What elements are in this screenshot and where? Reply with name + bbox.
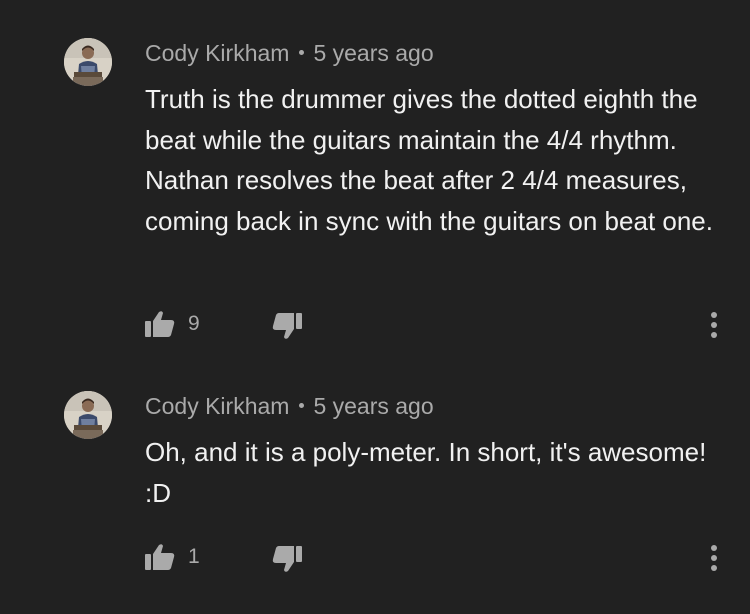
dislike-button[interactable] bbox=[268, 307, 306, 345]
more-vert-dot bbox=[711, 555, 717, 561]
more-vert-dot bbox=[711, 332, 717, 338]
comment-timestamp[interactable]: 5 years ago bbox=[313, 40, 433, 66]
separator-dot bbox=[299, 403, 305, 409]
comment-text: Truth is the drummer gives the dotted ei… bbox=[145, 84, 713, 236]
more-options-button[interactable] bbox=[700, 305, 728, 345]
author-name[interactable]: Cody Kirkham bbox=[145, 393, 289, 419]
dislike-button[interactable] bbox=[268, 540, 306, 578]
comment-item: Cody Kirkham 5 years ago Truth is the dru… bbox=[0, 0, 750, 360]
avatar[interactable] bbox=[64, 391, 112, 439]
author-name[interactable]: Cody Kirkham bbox=[145, 40, 289, 66]
like-button[interactable] bbox=[141, 538, 179, 576]
comment-meta: Cody Kirkham 5 years ago bbox=[145, 393, 434, 420]
more-vert-dot bbox=[711, 322, 717, 328]
thumbs-up-icon bbox=[145, 544, 175, 570]
comment-actions: 1 bbox=[0, 538, 750, 578]
separator-dot bbox=[299, 50, 305, 56]
like-count: 1 bbox=[188, 545, 200, 568]
comment-text: Oh, and it is a poly-meter. In short, it… bbox=[145, 437, 707, 508]
thumbs-up-icon bbox=[145, 311, 175, 337]
like-button[interactable] bbox=[141, 305, 179, 343]
comment-item: Cody Kirkham 5 years ago Oh, and it is a … bbox=[0, 360, 750, 614]
like-count: 9 bbox=[188, 312, 200, 335]
more-vert-icon bbox=[711, 545, 717, 551]
comment-actions: 9 bbox=[0, 305, 750, 345]
comment-timestamp[interactable]: 5 years ago bbox=[313, 393, 433, 419]
thumbs-down-icon bbox=[272, 313, 302, 339]
avatar[interactable] bbox=[64, 38, 112, 86]
thumbs-down-icon bbox=[272, 546, 302, 572]
more-vert-dot bbox=[711, 565, 717, 571]
more-options-button[interactable] bbox=[700, 538, 728, 578]
comment-meta: Cody Kirkham 5 years ago bbox=[145, 40, 434, 67]
more-vert-icon bbox=[711, 312, 717, 318]
